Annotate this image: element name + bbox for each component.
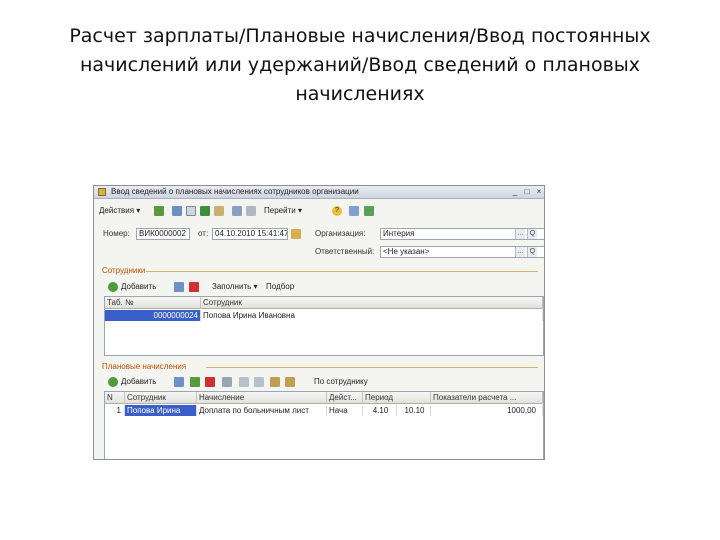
accruals-table[interactable]: N Сотрудник Начисление Дейст... Период П… <box>104 391 544 459</box>
by-employee-button[interactable]: По сотруднику <box>314 376 368 388</box>
open-responsible-button[interactable]: Q <box>527 247 537 257</box>
column-period[interactable]: Период <box>363 392 431 404</box>
organization-value: Интерия <box>383 229 415 238</box>
date-field[interactable]: 04.10.2010 15:41:47 <box>212 228 288 240</box>
save-icon[interactable] <box>154 206 164 216</box>
document-settings-icon[interactable] <box>349 206 359 216</box>
accrual-action-cell[interactable]: Нача <box>327 405 363 416</box>
employees-table[interactable]: Таб. № Сотрудник 0000000024 Попова Ирина… <box>104 296 544 356</box>
chevron-down-icon: ▾ <box>297 206 302 215</box>
column-accrual[interactable]: Начисление <box>197 392 327 404</box>
tab-number-cell[interactable]: 0000000024 <box>105 310 201 321</box>
employees-section-divider <box>146 271 538 272</box>
slide-title-line-3: начислениях <box>295 83 425 105</box>
table-row[interactable]: 0000000024 Попова Ирина Ивановна <box>105 310 543 321</box>
indicator-value-cell[interactable]: 1000,00 <box>431 405 543 416</box>
maximize-button[interactable]: □ <box>522 187 532 197</box>
window-titlebar[interactable]: Ввод сведений о плановых начислениях сот… <box>94 186 544 199</box>
slide-title: Расчет зарплаты/Плановые начисления/Ввод… <box>40 22 680 109</box>
copy-icon[interactable] <box>172 206 182 216</box>
column-indicators[interactable]: Показатели расчета ... <box>431 392 543 404</box>
edit-row-icon[interactable] <box>190 377 200 387</box>
accruals-table-header: N Сотрудник Начисление Дейст... Период П… <box>105 392 543 404</box>
table-row[interactable]: 1 Попова Ирина Доплата по больничным лис… <box>105 405 543 416</box>
open-organization-button[interactable]: Q <box>527 229 537 239</box>
add-icon[interactable] <box>108 377 118 387</box>
move-up-icon[interactable] <box>239 377 249 387</box>
accruals-section-divider <box>206 367 538 368</box>
employees-fill-button[interactable]: Заполнить ▾ <box>212 281 258 293</box>
delete-icon[interactable] <box>189 282 199 292</box>
chevron-down-icon: ▾ <box>136 206 141 215</box>
move-down-icon[interactable] <box>254 377 264 387</box>
actions-menu[interactable]: Действия ▾ <box>99 205 140 217</box>
select-responsible-button[interactable]: … <box>515 247 525 257</box>
accruals-add-button[interactable]: Добавить <box>121 376 156 388</box>
column-action[interactable]: Дейст... <box>327 392 363 404</box>
end-action-icon[interactable] <box>222 377 232 387</box>
accruals-toolbar: Добавить По сотруднику <box>94 375 544 389</box>
help-icon[interactable]: ? <box>332 206 342 216</box>
employees-selection-button[interactable]: Подбор <box>266 281 294 293</box>
delete-icon[interactable] <box>205 377 215 387</box>
edit-icon[interactable] <box>186 206 196 216</box>
employees-table-header: Таб. № Сотрудник <box>105 297 543 309</box>
slide-title-line-2: начислений или удержаний/Ввод сведений о… <box>79 54 641 76</box>
copy-row-icon[interactable] <box>174 282 184 292</box>
chevron-down-icon: ▾ <box>253 282 258 291</box>
column-employee[interactable]: Сотрудник <box>125 392 197 404</box>
column-employee[interactable]: Сотрудник <box>201 297 543 309</box>
window-title: Ввод сведений о плановых начислениях сот… <box>111 187 359 196</box>
employees-add-button[interactable]: Добавить <box>121 281 156 293</box>
accruals-section-title: Плановые начисления <box>102 362 187 371</box>
add-icon[interactable] <box>108 282 118 292</box>
responsible-field[interactable]: <Не указан> … Q <box>380 246 544 258</box>
select-organization-button[interactable]: … <box>515 229 525 239</box>
actions-menu-label: Действия <box>99 206 135 215</box>
sort-ascending-icon[interactable] <box>270 377 280 387</box>
from-label: от: <box>198 229 209 238</box>
main-toolbar: Действия ▾ Перейти ▾ ? <box>94 204 544 218</box>
organization-label: Организация: <box>315 229 366 238</box>
row-number-cell[interactable]: 1 <box>105 405 125 416</box>
minimize-button[interactable]: _ <box>510 187 520 197</box>
responsible-value: <Не указан> <box>383 247 430 256</box>
calendar-icon[interactable] <box>291 229 301 239</box>
period-start-cell[interactable]: 4.10 <box>363 405 397 416</box>
document-window: Ввод сведений о плановых начислениях сот… <box>93 185 545 460</box>
number-field[interactable]: ВИК0000002 <box>136 228 190 240</box>
post-icon[interactable] <box>200 206 210 216</box>
go-to-menu-label: Перейти <box>264 206 296 215</box>
sort-descending-icon[interactable] <box>285 377 295 387</box>
number-label: Номер: <box>103 229 130 238</box>
column-tab-number[interactable]: Таб. № <box>105 297 201 309</box>
document-icon <box>98 188 106 196</box>
responsible-label: Ответственный: <box>315 247 375 256</box>
expand-icon[interactable] <box>364 206 374 216</box>
structure-icon[interactable] <box>232 206 242 216</box>
period-end-cell[interactable]: 10.10 <box>397 405 431 416</box>
employee-name-cell[interactable]: Попова Ирина Ивановна <box>201 310 543 321</box>
movements-icon[interactable] <box>246 206 256 216</box>
employees-fill-label: Заполнить <box>212 282 252 291</box>
column-number[interactable]: N <box>105 392 125 404</box>
employees-section-title: Сотрудники <box>102 266 146 275</box>
accrual-employee-cell[interactable]: Попова Ирина <box>125 405 197 416</box>
close-button[interactable]: × <box>534 187 544 197</box>
unpost-icon[interactable] <box>214 206 224 216</box>
employees-toolbar: Добавить Заполнить ▾ Подбор <box>94 280 544 294</box>
slide-title-line-1: Расчет зарплаты/Плановые начисления/Ввод… <box>69 25 651 47</box>
copy-row-icon[interactable] <box>174 377 184 387</box>
go-to-menu[interactable]: Перейти ▾ <box>264 205 302 217</box>
organization-field[interactable]: Интерия … Q <box>380 228 544 240</box>
accrual-type-cell[interactable]: Доплата по больничным лист <box>197 405 327 416</box>
